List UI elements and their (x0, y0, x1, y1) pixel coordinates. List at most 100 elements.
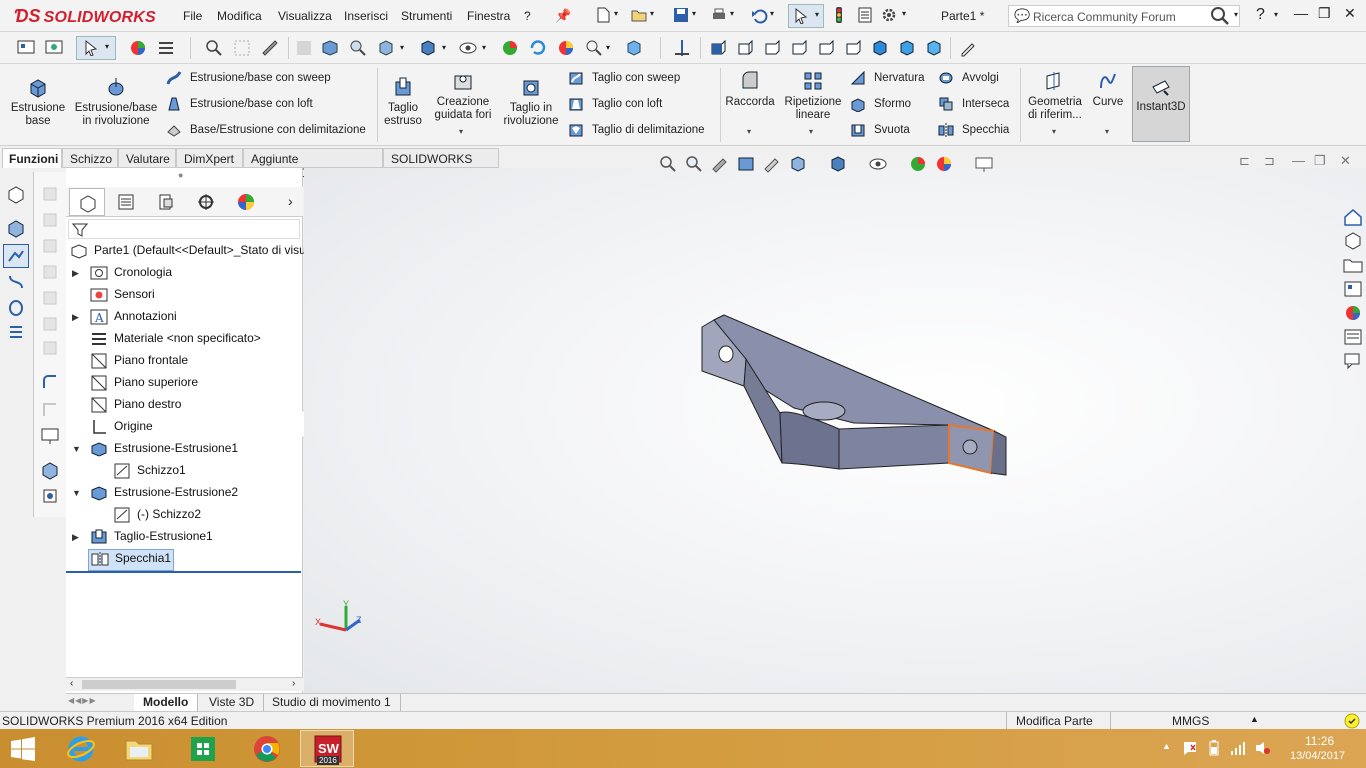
undo-icon[interactable] (750, 6, 768, 24)
box-icon[interactable] (40, 338, 60, 358)
sketch-tool-icon[interactable] (958, 38, 978, 58)
measure-icon[interactable] (260, 38, 280, 58)
tree-item-sensori[interactable]: Sensori (90, 287, 155, 307)
sformo-button[interactable]: Sformo (850, 96, 911, 112)
tree-filter-bar[interactable] (68, 219, 300, 239)
viewport-close-icon[interactable]: ✕ (1340, 153, 1351, 169)
zoom-area-icon[interactable] (232, 38, 252, 58)
taskbar-chrome[interactable] (240, 730, 294, 767)
collapse-arrow-icon[interactable]: ▼ (72, 444, 81, 454)
tree-item-estrusione2[interactable]: Estrusione-Estrusione2 (90, 485, 238, 505)
view-trimetric-icon[interactable] (897, 38, 917, 58)
quick-tips-icon[interactable] (1344, 713, 1360, 729)
tab-feature-manager[interactable] (69, 188, 105, 216)
tile-left-icon[interactable]: ⊏ (1239, 153, 1250, 169)
expand-arrow-icon[interactable]: ▶ (72, 532, 79, 543)
chevron-down-icon[interactable]: ▾ (459, 127, 463, 136)
rotate-view-icon[interactable] (528, 38, 548, 58)
chevron-down-icon[interactable]: ▾ (730, 9, 734, 18)
traffic-light-icon[interactable] (830, 6, 848, 24)
dynamic-annotation-icon[interactable] (762, 154, 782, 174)
corner-icon[interactable] (40, 400, 60, 420)
nervatura-button[interactable]: Nervatura (850, 70, 925, 86)
chevron-down-icon[interactable]: ▾ (650, 9, 654, 18)
extrude-icon[interactable] (6, 184, 26, 204)
tree-item-specchia1-selected[interactable]: Specchia1 (88, 549, 175, 571)
svuota-button[interactable]: Svuota (850, 122, 910, 138)
clock-time[interactable]: 11:26 (1305, 734, 1334, 748)
edit-appearance-icon[interactable] (500, 38, 520, 58)
creazione-fori-button[interactable]: Creazione guidata fori (428, 70, 498, 122)
windows-start-icon[interactable] (10, 737, 36, 761)
search-icon[interactable] (1210, 6, 1230, 26)
zoom-to-area-icon[interactable] (684, 154, 704, 174)
dimxpert-manager-icon[interactable] (196, 192, 216, 212)
chevron-up-icon[interactable]: ▲ (1250, 714, 1259, 724)
select-button[interactable]: ▾ (76, 36, 116, 60)
view-orientation-icon[interactable] (376, 38, 396, 58)
chevron-down-icon[interactable]: ▾ (770, 9, 774, 18)
view-palette-icon[interactable] (1342, 279, 1364, 299)
part-icon[interactable] (40, 460, 60, 480)
chevron-down-icon[interactable]: ▾ (606, 43, 610, 52)
tree-item-estrusione1[interactable]: Estrusione-Estrusione1 (90, 441, 238, 461)
3d-part-model[interactable] (694, 313, 1014, 493)
view-left-icon[interactable] (762, 38, 782, 58)
view-bottom-icon[interactable] (843, 38, 863, 58)
taskbar-store[interactable] (176, 730, 230, 767)
scene-icon[interactable] (556, 38, 576, 58)
box-icon[interactable] (40, 262, 60, 282)
display-style-hud-icon[interactable] (828, 154, 848, 174)
tab-funzioni[interactable]: Funzioni (2, 148, 62, 168)
appearances-icon[interactable] (1342, 303, 1364, 323)
tree-item-origine[interactable]: Origine (90, 419, 153, 439)
boundary-cut-button[interactable]: Taglio di delimitazione (568, 122, 705, 138)
specchia-button[interactable]: Specchia (938, 122, 1009, 138)
action-center-icon[interactable] (1182, 740, 1198, 756)
view-front-icon[interactable] (708, 38, 728, 58)
home-icon[interactable] (1342, 207, 1364, 227)
chevron-right-icon[interactable]: › (288, 193, 293, 209)
taglio-rivoluzione-button[interactable]: Taglio in rivoluzione (500, 76, 562, 128)
horizontal-scrollbar[interactable]: ‹ › (66, 677, 303, 691)
tab-aggiunte-solidworks[interactable]: Aggiunte SOLIDWORKS (243, 148, 383, 180)
geometria-riferimento-button[interactable]: Geometria di riferim... (1024, 70, 1086, 122)
units-selector[interactable]: MMGS (1172, 714, 1209, 728)
tab-schizzo[interactable]: Schizzo (62, 148, 118, 168)
file-properties-icon[interactable] (856, 6, 874, 24)
instance-icon[interactable] (40, 486, 60, 506)
tab-solidworks-mbd[interactable]: SOLIDWORKS MBD (383, 148, 499, 180)
zoom-fit-icon[interactable] (204, 38, 224, 58)
display-manager-pie-icon[interactable] (236, 192, 256, 212)
loft-boss-button[interactable]: Estrusione/base con loft (166, 96, 313, 112)
view-dimetric-icon[interactable] (924, 38, 944, 58)
menu-help[interactable]: ? (524, 9, 531, 23)
viewport-restore-icon[interactable]: ❐ (1314, 153, 1326, 169)
previous-view-icon[interactable] (710, 154, 730, 174)
isometric-cube-icon[interactable] (624, 38, 644, 58)
help-button[interactable]: ? (1256, 6, 1265, 24)
custom-properties-icon[interactable] (1342, 327, 1364, 347)
view-isometric-icon[interactable] (870, 38, 890, 58)
hide-show-hud-icon[interactable] (868, 154, 888, 174)
chevron-down-icon[interactable]: ▾ (1274, 10, 1278, 19)
tree-item-materiale[interactable]: Materiale <non specificato> (90, 331, 261, 351)
tab-valutare[interactable]: Valutare (118, 148, 176, 168)
instant3d-button[interactable]: Instant3D (1132, 66, 1190, 142)
edit-appearance-hud-icon[interactable] (908, 154, 928, 174)
menu-finestra[interactable]: Finestra (467, 9, 510, 23)
apply-scene-hud-icon[interactable] (934, 154, 954, 174)
view-back-icon[interactable] (735, 38, 755, 58)
box-icon[interactable] (40, 184, 60, 204)
appearance-icon[interactable] (128, 38, 148, 58)
shaded-box-icon[interactable] (320, 38, 340, 58)
file-explorer-icon[interactable] (1342, 255, 1364, 275)
tab-dimxpert[interactable]: DimXpert (176, 148, 243, 168)
scroll-thumb[interactable] (82, 680, 236, 689)
forum-icon[interactable] (1342, 351, 1364, 371)
menu-strumenti[interactable]: Strumenti (401, 9, 452, 23)
restore-button[interactable]: ❐ (1318, 5, 1331, 22)
curve-sweep-icon[interactable] (6, 272, 26, 292)
select-tool-button[interactable]: ▾ (788, 4, 824, 28)
chevron-down-icon[interactable]: ▾ (809, 127, 813, 136)
